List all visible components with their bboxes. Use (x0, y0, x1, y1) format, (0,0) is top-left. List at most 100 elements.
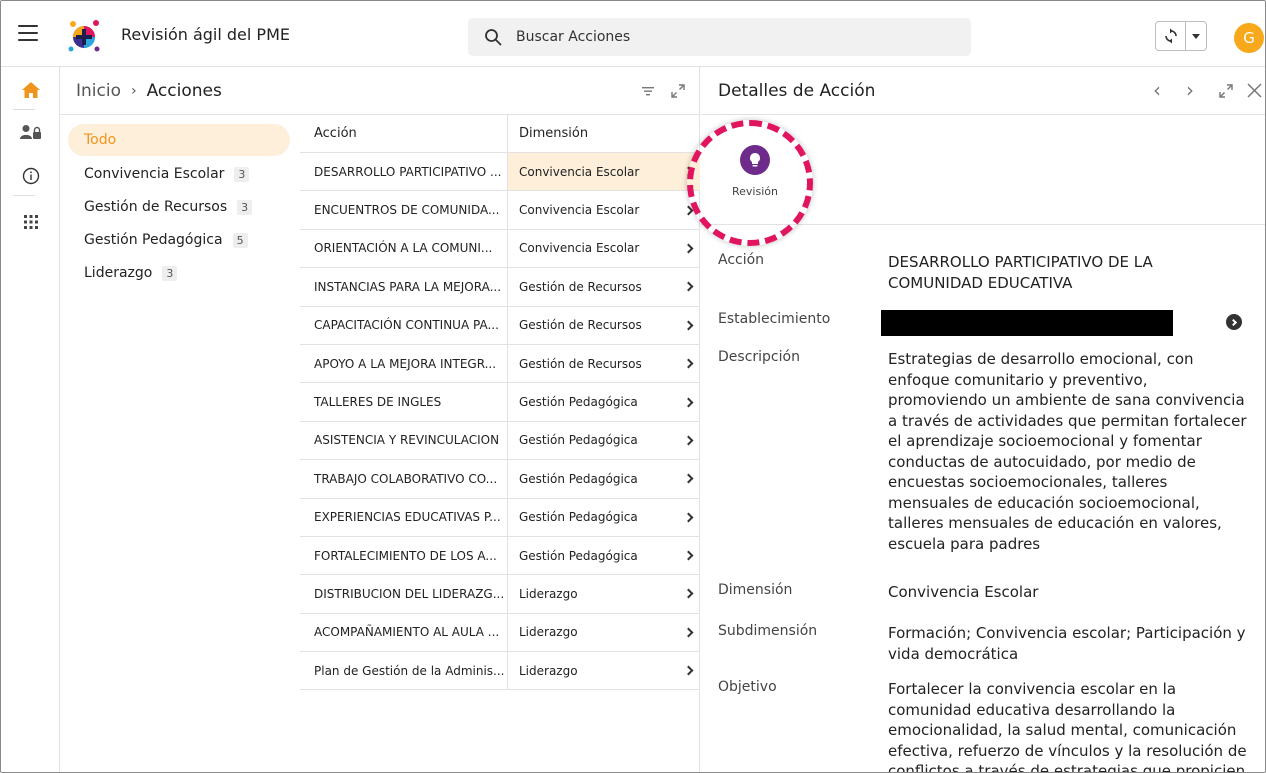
field-label: Dimensión (718, 582, 793, 598)
table-row[interactable]: APOYO A LA MEJORA INTEGR... Gestión de Re… (300, 344, 700, 384)
table-row[interactable]: ENCUENTROS DE COMUNIDA... Convivencia Esc… (300, 191, 700, 230)
filter-todo[interactable]: Todo (68, 124, 290, 156)
row-chevron-right-icon[interactable] (680, 230, 700, 267)
top-bar: Revisión ágil del PME G (1, 1, 1265, 67)
table-row[interactable]: DISTRIBUCION DEL LIDERAZG... Liderazgo (300, 575, 700, 614)
field-label: Establecimiento (718, 311, 831, 327)
column-header-dimension[interactable]: Dimensión (508, 115, 700, 152)
highlight-ring (687, 120, 813, 246)
row-chevron-right-icon[interactable] (680, 422, 700, 459)
detail-title: Detalles de Acción (718, 81, 876, 101)
cell-dimension: Liderazgo (519, 625, 578, 640)
sync-button[interactable] (1156, 22, 1186, 50)
info-icon (22, 167, 39, 185)
cell-dimension: Gestión Pedagógica (519, 510, 638, 525)
cell-accion: ASISTENCIA Y REVINCULACION (300, 421, 508, 460)
table-row[interactable]: ACOMPAÑAMIENTO AL AULA ... Liderazgo (300, 613, 700, 653)
nav-info[interactable] (1, 161, 60, 191)
rail-divider (13, 195, 35, 196)
close-icon[interactable] (1247, 83, 1262, 98)
nav-apps[interactable] (1, 207, 60, 237)
table-row[interactable]: Plan de Gestión de la Adminis... Liderazg… (300, 652, 700, 691)
row-chevron-right-icon[interactable] (680, 460, 700, 497)
table-row[interactable]: TRABAJO COLABORATIVO CO... Gestión Pedagó… (300, 460, 700, 499)
cell-dimension: Gestión de Recursos (519, 279, 642, 294)
breadcrumb-current: Acciones (146, 81, 222, 101)
cell-accion: APOYO A LA MEJORA INTEGR... (300, 344, 508, 383)
count-badge: 3 (237, 199, 253, 215)
cell-dimension: Gestión Pedagógica (519, 548, 638, 563)
chevron-right-icon[interactable]: › (1186, 80, 1194, 100)
row-chevron-right-icon[interactable] (680, 537, 700, 574)
sync-dropdown-button[interactable] (1186, 22, 1206, 50)
cell-accion: CAPACITACIÓN CONTINUA PA... (300, 306, 508, 344)
search-icon (485, 29, 502, 46)
row-chevron-right-icon[interactable] (680, 652, 700, 689)
user-avatar[interactable]: G (1234, 23, 1264, 53)
search-bar[interactable] (468, 18, 971, 56)
filter-gestion-recursos[interactable]: Gestión de Recursos 3 (68, 191, 290, 223)
table-row[interactable]: TALLERES DE INGLES Gestión Pedagógica (300, 383, 700, 422)
breadcrumb-separator: › (130, 83, 137, 99)
cell-dimension: Liderazgo (519, 663, 578, 678)
sync-button-group (1155, 21, 1207, 51)
table-body: DESARROLLO PARTICIPATIVO ... Convivencia … (300, 153, 700, 691)
app-logo (68, 20, 100, 52)
app-window: Revisión ágil del PME G (0, 0, 1266, 773)
search-input[interactable] (516, 27, 956, 47)
table-row[interactable]: ASISTENCIA Y REVINCULACION Gestión Pedagó… (300, 421, 700, 461)
filter-convivencia-escolar[interactable]: Convivencia Escolar 3 (68, 158, 290, 190)
cell-accion: ORIENTACIÓN A LA COMUNI... (300, 229, 508, 268)
left-nav-rail (1, 67, 60, 772)
filter-gestion-pedagogica[interactable]: Gestión Pedagógica 5 (68, 224, 290, 256)
count-badge: 3 (162, 265, 178, 281)
filter-label: Convivencia Escolar (84, 166, 225, 182)
panel-header: Inicio › Acciones (60, 67, 700, 115)
filter-label: Gestión de Recursos (84, 199, 228, 215)
chevron-circle-right-icon[interactable] (1226, 314, 1242, 330)
table-row[interactable]: FORTALECIMIENTO DE LOS A... Gestión Pedag… (300, 536, 700, 576)
cell-dimension: Gestión Pedagógica (519, 395, 638, 410)
cell-dimension: Liderazgo (519, 586, 578, 601)
row-chevron-right-icon[interactable] (680, 614, 700, 651)
column-header-accion[interactable]: Acción (300, 115, 508, 152)
row-chevron-right-icon[interactable] (680, 499, 700, 536)
cell-dimension: Convivencia Escolar (519, 203, 640, 218)
cell-dimension: Convivencia Escolar (508, 153, 680, 191)
acciones-panel: Inicio › Acciones Todo Convivencia Escol… (60, 67, 700, 772)
chevron-left-icon[interactable]: ‹ (1153, 80, 1161, 100)
table-row[interactable]: INSTANCIAS PARA LA MEJORA... Gestión de R… (300, 268, 700, 307)
row-chevron-right-icon[interactable] (680, 307, 700, 344)
field-value: Fortalecer la convivencia escolar en la … (888, 680, 1247, 773)
table-row[interactable]: CAPACITACIÓN CONTINUA PA... Gestión de Re… (300, 306, 700, 345)
table-row[interactable]: DESARROLLO PARTICIPATIVO ... Convivencia … (300, 153, 700, 192)
cell-accion: TRABAJO COLABORATIVO CO... (300, 460, 508, 498)
row-chevron-right-icon[interactable] (680, 345, 700, 382)
nav-home[interactable] (1, 75, 60, 105)
cell-accion: EXPERIENCIAS EDUCATIVAS P... (300, 498, 508, 536)
breadcrumb-home-link[interactable]: Inicio (76, 81, 121, 101)
table-row[interactable]: EXPERIENCIAS EDUCATIVAS P... Gestión Peda… (300, 498, 700, 537)
cell-dimension: Convivencia Escolar (519, 241, 640, 256)
row-chevron-right-icon[interactable] (680, 268, 700, 305)
expand-icon[interactable] (670, 83, 686, 99)
detail-action-bar: Revisión (687, 115, 1265, 246)
nav-users[interactable] (1, 117, 60, 147)
rail-divider (13, 109, 35, 110)
count-badge: 5 (232, 232, 248, 248)
field-label: Descripción (718, 349, 800, 365)
filter-icon[interactable] (640, 83, 656, 99)
hamburger-menu-icon[interactable] (18, 25, 38, 43)
filter-label: Gestión Pedagógica (84, 232, 223, 248)
table-row[interactable]: ORIENTACIÓN A LA COMUNI... Convivencia Es… (300, 229, 700, 269)
field-label: Objetivo (718, 679, 777, 695)
field-value: Formación; Convivencia escolar; Particip… (888, 624, 1246, 663)
cell-dimension: Gestión Pedagógica (519, 471, 638, 486)
filter-liderazgo[interactable]: Liderazgo 3 (68, 257, 290, 289)
home-icon (21, 82, 40, 98)
field-label: Acción (718, 252, 765, 268)
breadcrumb: Inicio › Acciones (76, 81, 222, 101)
expand-icon[interactable] (1218, 83, 1234, 99)
row-chevron-right-icon[interactable] (680, 575, 700, 612)
row-chevron-right-icon[interactable] (680, 383, 700, 420)
